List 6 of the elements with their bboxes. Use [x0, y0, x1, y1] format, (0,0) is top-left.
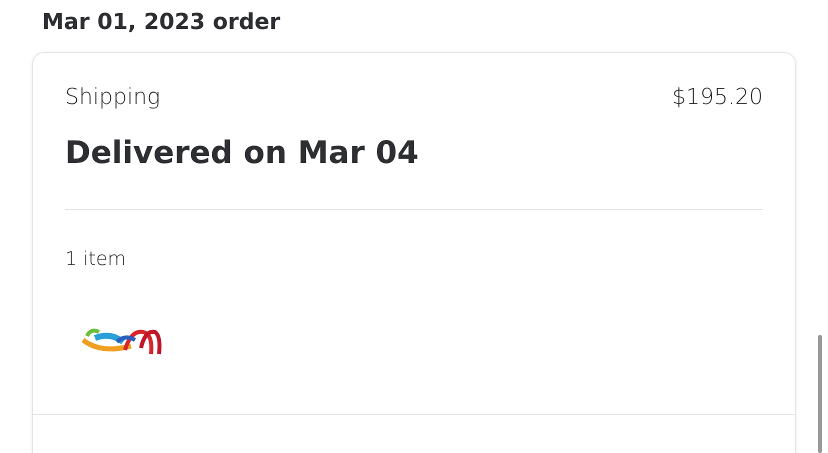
delivery-status: Delivered on Mar 04 — [65, 134, 420, 173]
order-total: $195.20 — [672, 84, 763, 112]
order-date-heading: Mar 01, 2023 order — [42, 9, 282, 37]
shipping-method-label: Shipping — [65, 84, 160, 112]
scrollbar[interactable] — [818, 335, 822, 453]
item-count: 1 item — [65, 247, 128, 272]
